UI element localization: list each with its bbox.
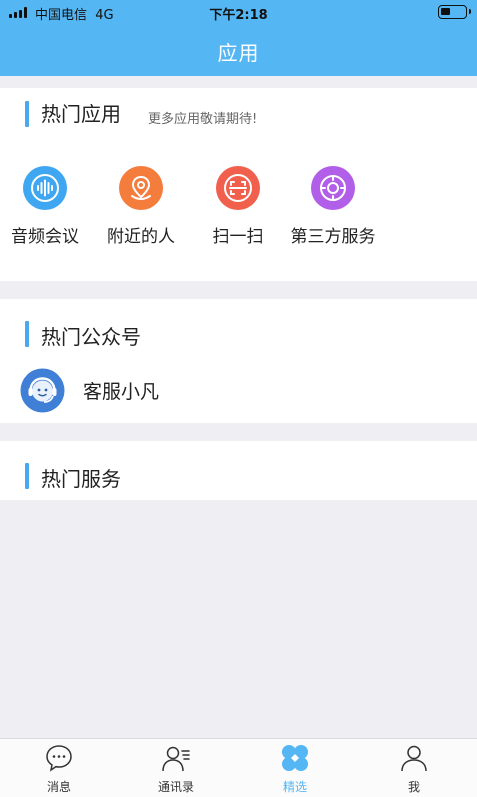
tab-label: 通讯录	[157, 780, 194, 794]
section-accent-bar	[25, 101, 29, 127]
page-title: 应用	[217, 41, 260, 65]
official-account-name: 客服小凡	[83, 381, 160, 403]
section-header: 热门服务	[0, 441, 477, 491]
featured-icon	[280, 743, 310, 773]
section-header: 热门公众号	[0, 299, 477, 349]
app-scan[interactable]: 扫一扫	[193, 166, 283, 266]
section-title: 热门服务	[41, 467, 121, 491]
location-pin-icon	[119, 166, 163, 210]
section-title: 热门公众号	[41, 325, 141, 349]
tab-profile[interactable]: 我	[364, 739, 464, 797]
tab-label: 消息	[46, 780, 71, 794]
hot-official-accounts-section: 热门公众号 客服小凡	[0, 299, 477, 423]
customer-service-avatar-icon	[20, 368, 65, 413]
app-label: 附近的人	[107, 227, 175, 247]
status-bar: 中国电信 4G 下午2:18	[0, 0, 477, 24]
hot-services-section: 热门服务	[0, 441, 477, 500]
profile-icon	[399, 743, 429, 773]
section-accent-bar	[25, 463, 29, 489]
battery-icon	[438, 5, 471, 19]
section-subtitle: 更多应用敬请期待!	[148, 112, 258, 127]
section-accent-bar	[25, 321, 29, 347]
bottom-tab-bar: 消息 通讯录 精选 我	[0, 738, 477, 797]
message-icon	[44, 743, 74, 773]
app-audio-conference[interactable]: 音频会议	[0, 166, 90, 266]
tab-label: 我	[407, 780, 420, 794]
tab-featured[interactable]: 精选	[245, 739, 345, 797]
tab-contacts[interactable]: 通讯录	[126, 739, 226, 797]
scan-icon	[216, 166, 260, 210]
contacts-icon	[161, 743, 191, 773]
third-party-icon	[311, 166, 355, 210]
app-nearby-people[interactable]: 附近的人	[96, 166, 186, 266]
app-label: 第三方服务	[290, 227, 376, 247]
app-label: 音频会议	[11, 227, 79, 247]
section-header: 热门应用 更多应用敬请期待!	[0, 88, 477, 138]
official-account-item[interactable]: 客服小凡	[0, 361, 477, 417]
app-header: 中国电信 4G 下午2:18 应用	[0, 0, 477, 76]
section-title: 热门应用	[41, 102, 121, 126]
hot-apps-section: 热门应用 更多应用敬请期待! 音频会议 附近的人 扫一扫 第三方服务	[0, 88, 477, 281]
tab-label: 精选	[282, 780, 307, 794]
audio-wave-icon	[23, 166, 67, 210]
status-time: 下午2:18	[209, 8, 268, 23]
app-label: 扫一扫	[212, 227, 264, 247]
app-third-party-service[interactable]: 第三方服务	[288, 166, 378, 266]
tab-messages[interactable]: 消息	[9, 739, 109, 797]
